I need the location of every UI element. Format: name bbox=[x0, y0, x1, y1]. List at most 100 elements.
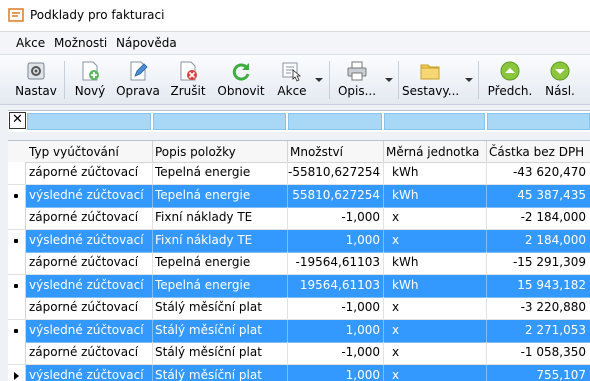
cell-popis[interactable]: Stálý měsíční plat bbox=[155, 345, 285, 359]
cell-popis[interactable]: Stálý měsíční plat bbox=[155, 323, 285, 337]
cell-popis[interactable]: Fixní náklady TE bbox=[155, 233, 285, 247]
column-header-typ[interactable]: Typ vyúčtování bbox=[29, 145, 119, 159]
nasl-button[interactable]: Násl. bbox=[540, 55, 580, 104]
cell-jednotka[interactable]: x bbox=[392, 233, 484, 247]
table-row[interactable]: výsledné zúčtovací Stálý měsíční plat 1,00… bbox=[8, 319, 590, 343]
cell-mnozstvi[interactable]: 19564,61103 bbox=[288, 278, 380, 292]
row-header[interactable] bbox=[8, 297, 26, 319]
cell-castka[interactable]: 2 184,000 bbox=[488, 233, 586, 247]
column-divider[interactable] bbox=[152, 141, 153, 162]
row-header[interactable] bbox=[8, 252, 26, 274]
akce-button[interactable]: Akce bbox=[272, 55, 312, 104]
cell-castka[interactable]: -3 220,880 bbox=[488, 300, 586, 314]
table-row[interactable]: výsledné zúčtovací Stálý měsíční plat 1,00… bbox=[8, 364, 590, 381]
obnovit-button[interactable]: Obnovit bbox=[215, 55, 267, 104]
filter-jednotka-field[interactable] bbox=[384, 113, 485, 130]
cell-jednotka[interactable]: x bbox=[392, 345, 484, 359]
cell-castka[interactable]: 45 387,435 bbox=[488, 188, 586, 202]
filter-typ-field[interactable] bbox=[27, 113, 151, 130]
cell-typ[interactable]: výsledné zúčtovací bbox=[29, 233, 150, 247]
table-row[interactable]: výsledné zúčtovací Tepelná energie 19564,6… bbox=[8, 274, 590, 298]
menu-akce[interactable]: Akce bbox=[16, 36, 45, 50]
cell-jednotka[interactable]: x bbox=[392, 300, 484, 314]
cell-popis[interactable]: Tepelná energie bbox=[155, 165, 285, 179]
zrusit-button[interactable]: Zrušit bbox=[166, 55, 210, 104]
cell-typ[interactable]: výsledné zúčtovací bbox=[29, 368, 150, 381]
cell-popis[interactable]: Tepelná energie bbox=[155, 278, 285, 292]
filter-popis-field[interactable] bbox=[153, 113, 286, 130]
cell-popis[interactable]: Tepelná energie bbox=[155, 188, 285, 202]
cell-mnozstvi[interactable]: -55810,627254 bbox=[288, 165, 380, 179]
akce-dropdown-arrow-icon[interactable] bbox=[315, 78, 323, 82]
cell-jednotka[interactable]: kWh bbox=[392, 188, 484, 202]
table-row[interactable]: záporné zúčtovací Stálý měsíční plat -1,00… bbox=[8, 342, 590, 365]
cell-jednotka[interactable]: x bbox=[392, 210, 484, 224]
cell-jednotka[interactable]: kWh bbox=[392, 278, 484, 292]
cell-mnozstvi[interactable]: -1,000 bbox=[288, 300, 380, 314]
row-header[interactable] bbox=[8, 274, 26, 297]
row-header[interactable] bbox=[8, 207, 26, 229]
cell-typ[interactable]: záporné zúčtovací bbox=[29, 300, 150, 314]
cell-mnozstvi[interactable]: -19564,61103 bbox=[288, 255, 381, 269]
cell-mnozstvi[interactable]: 1,000 bbox=[288, 233, 380, 247]
row-header[interactable] bbox=[8, 319, 26, 342]
cell-popis[interactable]: Fixní náklady TE bbox=[155, 210, 285, 224]
cell-castka[interactable]: -15 291,309 bbox=[488, 255, 586, 269]
cell-castka[interactable]: -1 058,350 bbox=[488, 345, 586, 359]
oprava-button[interactable]: Oprava bbox=[114, 55, 162, 104]
cell-jednotka[interactable]: x bbox=[392, 368, 484, 381]
cell-typ[interactable]: záporné zúčtovací bbox=[29, 345, 150, 359]
cell-castka[interactable]: -43 620,470 bbox=[488, 165, 586, 179]
cell-mnozstvi[interactable]: -1,000 bbox=[288, 210, 380, 224]
row-header[interactable] bbox=[8, 184, 26, 207]
cell-typ[interactable]: výsledné zúčtovací bbox=[29, 188, 150, 202]
cell-castka[interactable]: 755,107 bbox=[488, 368, 586, 381]
column-header-popis[interactable]: Popis položky bbox=[155, 145, 236, 159]
table-row[interactable]: výsledné zúčtovací Tepelná energie 55810,6… bbox=[8, 184, 590, 208]
table-row[interactable]: záporné zúčtovací Tepelná energie -55810,6… bbox=[8, 162, 590, 185]
row-header[interactable] bbox=[8, 342, 26, 364]
table-row[interactable]: záporné zúčtovací Stálý měsíční plat -1,00… bbox=[8, 297, 590, 320]
cell-jednotka[interactable]: kWh bbox=[392, 255, 484, 269]
row-header[interactable] bbox=[8, 229, 26, 252]
cell-jednotka[interactable]: kWh bbox=[392, 165, 484, 179]
filter-mnozstvi-field[interactable] bbox=[288, 113, 382, 130]
nastav-button[interactable]: Nastav bbox=[12, 55, 60, 104]
table-row[interactable]: záporné zúčtovací Tepelná energie -19564,6… bbox=[8, 252, 590, 275]
sestavy-button[interactable]: Sestavy... bbox=[402, 55, 459, 104]
cell-typ[interactable]: záporné zúčtovací bbox=[29, 255, 150, 269]
table-row[interactable]: výsledné zúčtovací Fixní náklady TE 1,000 x… bbox=[8, 229, 590, 253]
table-row[interactable]: záporné zúčtovací Fixní náklady TE -1,000 x… bbox=[8, 207, 590, 230]
opis-dropdown-arrow-icon[interactable] bbox=[385, 78, 393, 82]
cell-typ[interactable]: záporné zúčtovací bbox=[29, 165, 150, 179]
cell-popis[interactable]: Stálý měsíční plat bbox=[155, 300, 285, 314]
row-header[interactable] bbox=[8, 162, 26, 184]
sestavy-dropdown-arrow-icon[interactable] bbox=[465, 78, 473, 82]
clear-filter-icon[interactable]: ✕ bbox=[9, 112, 26, 129]
column-header-jednotka[interactable]: Měrná jednotka bbox=[386, 145, 479, 159]
cell-castka[interactable]: 15 943,182 bbox=[488, 278, 586, 292]
column-divider[interactable] bbox=[486, 141, 487, 162]
opis-button[interactable]: Opis... bbox=[336, 55, 378, 104]
cell-typ[interactable]: výsledné zúčtovací bbox=[29, 323, 150, 337]
cell-castka[interactable]: 2 271,053 bbox=[488, 323, 586, 337]
cell-popis[interactable]: Stálý měsíční plat bbox=[155, 368, 285, 381]
cell-mnozstvi[interactable]: 1,000 bbox=[288, 323, 380, 337]
row-header[interactable] bbox=[8, 364, 26, 381]
column-divider[interactable] bbox=[287, 141, 288, 162]
cell-popis[interactable]: Tepelná energie bbox=[155, 255, 285, 269]
cell-typ[interactable]: záporné zúčtovací bbox=[29, 210, 150, 224]
cell-mnozstvi[interactable]: 1,000 bbox=[288, 368, 380, 381]
cell-castka[interactable]: -2 184,000 bbox=[488, 210, 586, 224]
cell-mnozstvi[interactable]: -1,000 bbox=[288, 345, 380, 359]
column-header-mnozstvi[interactable]: Množství bbox=[290, 145, 343, 159]
cell-typ[interactable]: výsledné zúčtovací bbox=[29, 278, 150, 292]
cell-jednotka[interactable]: x bbox=[392, 323, 484, 337]
predch-button[interactable]: Předch. bbox=[486, 55, 534, 104]
cell-mnozstvi[interactable]: 55810,627254 bbox=[288, 188, 380, 202]
menu-napoveda[interactable]: Nápověda bbox=[116, 36, 177, 50]
filter-castka-field[interactable] bbox=[487, 113, 590, 130]
column-header-castka[interactable]: Částka bez DPH bbox=[489, 145, 584, 159]
menu-moznosti[interactable]: Možnosti bbox=[54, 36, 107, 50]
column-divider[interactable] bbox=[383, 141, 384, 162]
